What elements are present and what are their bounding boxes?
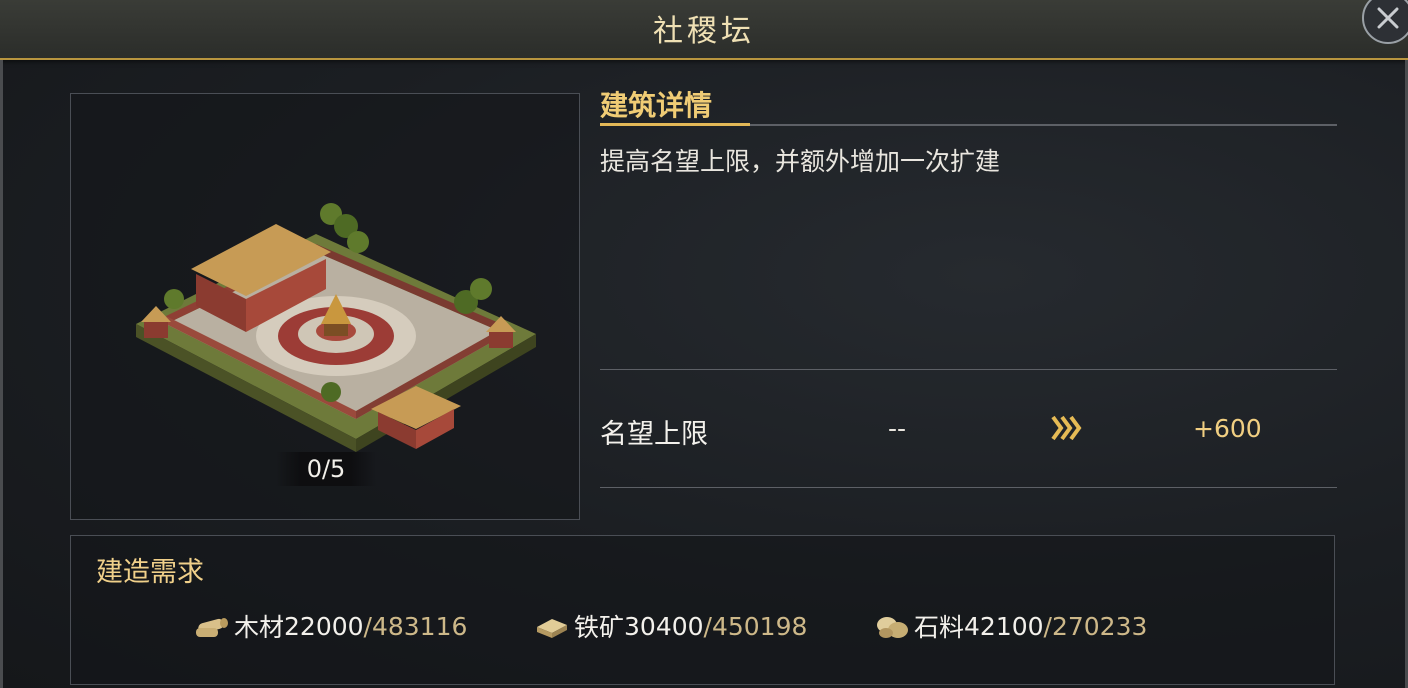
resource-cost: 42100 — [964, 611, 1044, 641]
building-preview-panel: 0/5 — [70, 93, 580, 520]
stone-icon — [877, 617, 908, 638]
close-icon — [1377, 7, 1399, 29]
requirements-panel: 建造需求 木材 22000 /483116 铁矿 30400 /450198 石… — [70, 535, 1335, 685]
title-bar: 社稷坛 — [0, 0, 1408, 60]
heading-underline — [600, 123, 750, 126]
resource-name: 铁矿 — [574, 613, 625, 642]
requirements-heading: 建造需求 — [96, 557, 204, 588]
building-illustration — [136, 203, 536, 452]
resource-owned: /483116 — [363, 611, 468, 641]
resource-owned: /270233 — [1043, 611, 1148, 641]
resource-name: 木材 — [234, 613, 285, 642]
detail-heading: 建筑详情 — [600, 89, 713, 122]
window-title: 社稷坛 — [653, 14, 755, 49]
stat-next-value: +600 — [1193, 414, 1262, 443]
triple-chevron-right-icon — [1051, 415, 1082, 441]
building-description: 提高名望上限，并额外增加一次扩建 — [600, 147, 1001, 176]
iron-ore-icon — [537, 619, 567, 638]
building-level: 0/5 — [276, 452, 376, 486]
requirement-stone: 石料 42100 /270233 — [874, 608, 1147, 644]
divider-top — [600, 369, 1337, 370]
requirement-wood: 木材 22000 /483116 — [194, 608, 467, 644]
requirement-iron-ore: 铁矿 30400 /450198 — [534, 608, 807, 644]
stat-row: 名望上限 -- +600 — [600, 408, 1337, 452]
resource-name: 石料 — [914, 613, 965, 642]
resource-cost: 22000 — [284, 611, 364, 641]
resource-cost: 30400 — [624, 611, 704, 641]
wood-icon — [196, 618, 228, 637]
resource-owned: /450198 — [703, 611, 808, 641]
divider-bottom — [600, 487, 1337, 488]
detail-header: 建筑详情 — [600, 80, 1337, 126]
stat-current-value: -- — [888, 414, 907, 443]
stat-name: 名望上限 — [600, 419, 708, 450]
